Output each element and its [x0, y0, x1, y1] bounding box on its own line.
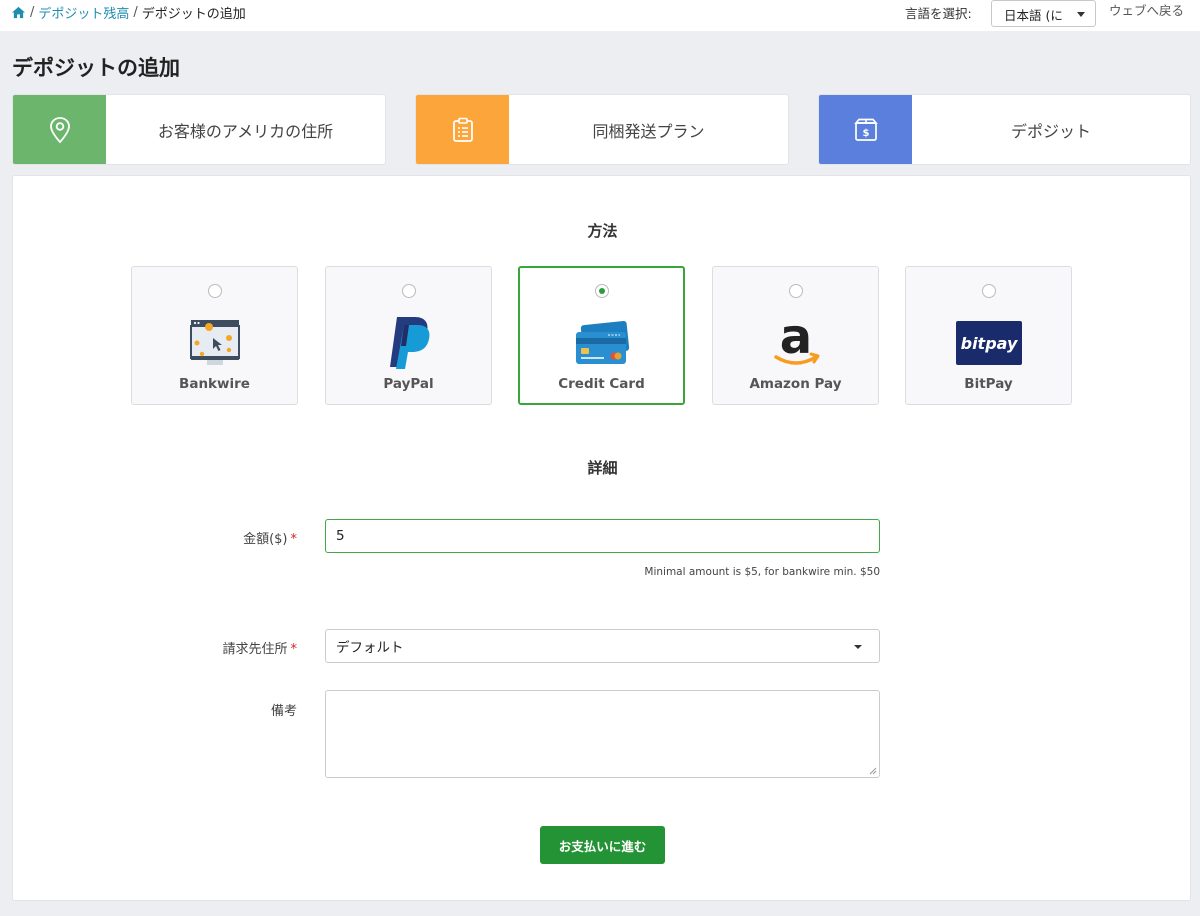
amount-input-value: 5	[336, 528, 345, 544]
method-section-title: 方法	[587, 222, 618, 240]
billing-address-label: 請求先住所 *	[97, 638, 297, 657]
method-radio[interactable]	[207, 284, 222, 298]
deposit-form-panel: 方法 Bankwire PayPal Credit Card a Amazon …	[12, 175, 1191, 901]
resize-grip-icon[interactable]	[869, 767, 877, 775]
language-select-value: 日本語 (に	[1004, 8, 1063, 23]
proceed-to-payment-button[interactable]: お支払いに進む	[540, 826, 665, 864]
step-icon-box: $	[819, 95, 912, 164]
payment-method-credit-card[interactable]: Credit Card	[518, 266, 685, 405]
top-bar: / デポジット残高 / デポジットの追加 言語を選択: 日本語 (に ウェブへ戻…	[0, 0, 1200, 31]
method-name: PayPal	[383, 376, 434, 392]
breadcrumb-current: デポジットの追加	[141, 7, 246, 22]
payment-method-bitpay[interactable]: bitpay BitPay	[905, 266, 1072, 405]
step-deposit[interactable]: $ デポジット	[818, 94, 1191, 165]
method-name: Credit Card	[558, 376, 645, 392]
clipboard-list-icon	[452, 117, 473, 142]
amount-label: 金額($) *	[97, 528, 297, 547]
step-label: お客様のアメリカの住所	[157, 121, 334, 141]
step-label: 同梱発送プラン	[592, 121, 705, 141]
page-title: デポジットの追加	[12, 56, 180, 80]
notes-label: 備考	[270, 704, 297, 719]
step-icon-box	[416, 95, 509, 164]
method-radio[interactable]	[401, 284, 416, 298]
payment-method-bankwire[interactable]: Bankwire	[131, 266, 298, 405]
bank-wire-icon	[180, 315, 250, 371]
billing-address-select[interactable]: デフォルト	[325, 629, 880, 663]
caret-down-icon	[854, 645, 862, 649]
map-pin-icon	[49, 116, 70, 143]
language-select[interactable]: 日本語 (に	[991, 0, 1096, 27]
method-radio[interactable]	[788, 284, 803, 298]
language-label: 言語を選択:	[905, 6, 972, 21]
bitpay-icon: bitpay	[954, 315, 1024, 371]
svg-text:a: a	[779, 315, 811, 365]
paypal-icon	[374, 315, 444, 371]
amount-input[interactable]: 5	[325, 519, 880, 553]
breadcrumb-link-deposit-balance[interactable]: デポジット残高	[38, 3, 129, 22]
method-radio[interactable]	[981, 284, 996, 298]
credit-card-icon	[567, 316, 637, 372]
amazon-icon: a	[761, 315, 831, 371]
home-icon[interactable]	[11, 6, 26, 19]
breadcrumb-separator: /	[30, 5, 35, 20]
breadcrumb-separator: /	[133, 5, 138, 20]
step-us-address[interactable]: お客様のアメリカの住所	[12, 94, 386, 165]
notes-textarea[interactable]	[325, 690, 880, 778]
billing-address-label-text: 請求先住所	[222, 642, 288, 657]
bitpay-logo-text: bitpay	[960, 334, 1017, 353]
method-name: BitPay	[964, 376, 1013, 392]
step-icon-box	[13, 95, 106, 164]
step-label: デポジット	[1010, 121, 1091, 141]
breadcrumb: / デポジット残高 / デポジットの追加	[11, 3, 246, 22]
method-name: Bankwire	[179, 376, 250, 392]
box-dollar-icon: $	[853, 118, 878, 141]
method-name: Amazon Pay	[749, 376, 842, 392]
caret-down-icon	[1077, 12, 1085, 17]
method-radio-selected[interactable]	[594, 284, 609, 298]
step-consolidation-plan[interactable]: 同梱発送プラン	[415, 94, 789, 165]
required-mark: *	[290, 532, 298, 547]
svg-text:$: $	[862, 128, 869, 139]
back-to-web-link[interactable]: ウェブへ戻る	[1109, 0, 1184, 19]
required-mark: *	[290, 642, 298, 657]
billing-address-value: デフォルト	[336, 640, 404, 656]
details-section-title: 詳細	[587, 459, 618, 477]
amount-label-text: 金額($)	[243, 532, 288, 547]
amount-hint: Minimal amount is $5, for bankwire min. …	[644, 566, 880, 578]
payment-method-paypal[interactable]: PayPal	[325, 266, 492, 405]
payment-method-amazon-pay[interactable]: a Amazon Pay	[712, 266, 879, 405]
